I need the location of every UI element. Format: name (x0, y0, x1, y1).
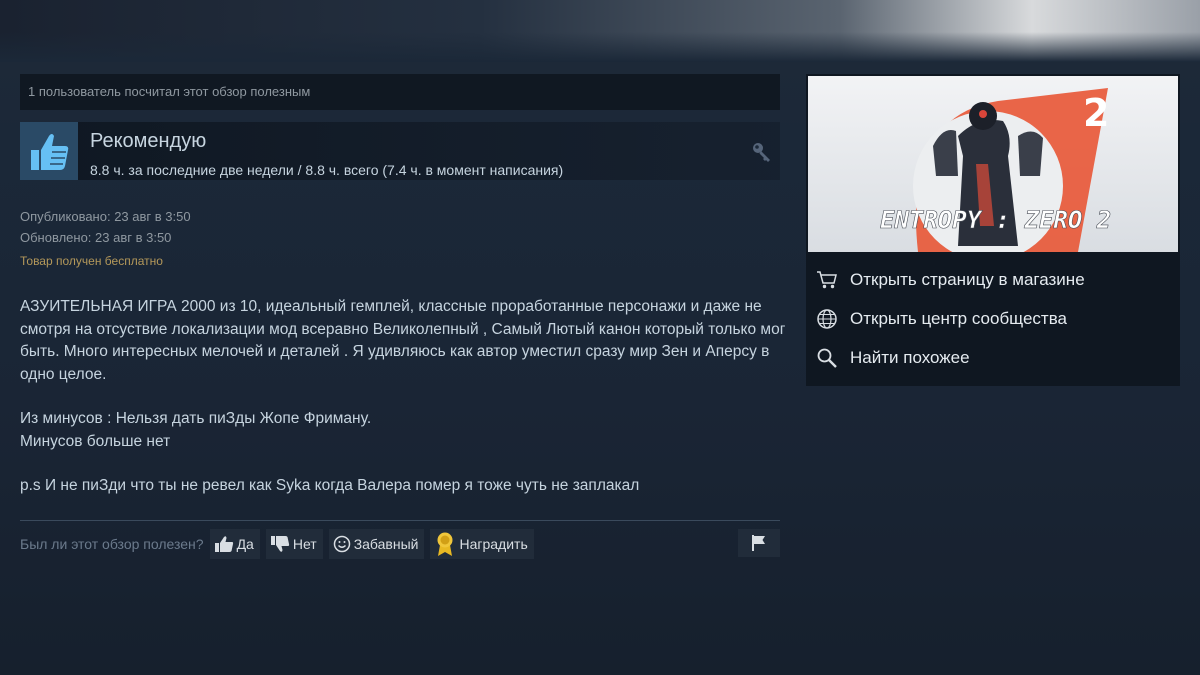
cart-icon (816, 269, 838, 291)
review-panel: 1 пользователь посчитал этот обзор полез… (20, 74, 785, 559)
review-paragraph: АЗУИТЕЛЬНАЯ ИГРА 2000 из 10, идеальный г… (20, 298, 786, 383)
review-paragraph: Минусов больше нет (20, 432, 171, 450)
game-links: Открыть страницу в магазине Открыть цент… (806, 260, 1180, 377)
open-community-hub-label: Открыть центр сообщества (850, 308, 1068, 328)
updated-date: Обновлено: 23 авг в 3:50 (20, 230, 172, 245)
thumb-down-icon (270, 535, 289, 552)
open-community-hub-link[interactable]: Открыть центр сообщества (806, 299, 1180, 338)
find-similar-label: Найти похожее (850, 347, 970, 367)
recommendation-label: Рекомендую (90, 130, 207, 152)
vote-no-button[interactable]: Нет (265, 528, 323, 559)
review-body: АЗУИТЕЛЬНАЯ ИГРА 2000 из 10, идеальный г… (20, 296, 790, 498)
award-label: Наградить (459, 535, 528, 552)
vote-yes-button[interactable]: Да (209, 528, 260, 559)
vote-yes-label: Да (236, 535, 254, 552)
game-art-title: ENTROPY : ZERO 2 (880, 206, 1111, 234)
game-capsule-image[interactable]: 2 ENTROPY : ZERO 2 (808, 76, 1178, 252)
thumb-up-icon (20, 122, 78, 180)
thumb-up-icon (214, 535, 233, 552)
game-sidebar: 2 ENTROPY : ZERO 2 Открыть страницу в ма… (806, 74, 1180, 386)
award-icon (437, 532, 453, 556)
recommendation-header: Рекомендую 8.8 ч. за последние две недел… (20, 122, 780, 180)
review-paragraph: Из минусов : Нельзя дать пиЗды Жопе Фрим… (20, 410, 372, 427)
published-date: Опубликовано: 23 авг в 3:50 (20, 209, 191, 224)
review-paragraph: p.s И не пиЗди что ты не ревел как Syka … (20, 477, 640, 494)
globe-icon (816, 308, 838, 330)
open-store-page-link[interactable]: Открыть страницу в магазине (806, 260, 1180, 299)
search-icon (816, 347, 838, 369)
vote-controls: Был ли этот обзор полезен? Да Нет Забавн… (20, 528, 780, 559)
find-similar-link[interactable]: Найти похожее (806, 338, 1180, 377)
key-icon (750, 140, 774, 164)
vote-funny-label: Забавный (353, 535, 419, 552)
flag-icon (752, 534, 765, 551)
playtime-hours: 8.8 ч. за последние две недели / 8.8 ч. … (90, 162, 564, 178)
game-art-number: 2 (1083, 91, 1109, 135)
open-store-page-label: Открыть страницу в магазине (850, 269, 1085, 289)
vote-question: Был ли этот обзор полезен? (20, 535, 204, 552)
award-button[interactable]: Наградить (430, 528, 534, 559)
received-free-label: Товар получен бесплатно (20, 254, 163, 268)
vote-funny-button[interactable]: Забавный (328, 528, 425, 559)
helpful-count: 1 пользователь посчитал этот обзор полез… (20, 74, 780, 110)
vote-no-label: Нет (292, 535, 317, 552)
divider (20, 519, 780, 521)
header-banner (0, 0, 1200, 62)
review-dates: Опубликовано: 23 авг в 3:50 Обновлено: 2… (20, 206, 780, 248)
smiley-icon (333, 535, 350, 552)
report-button[interactable] (738, 528, 780, 557)
